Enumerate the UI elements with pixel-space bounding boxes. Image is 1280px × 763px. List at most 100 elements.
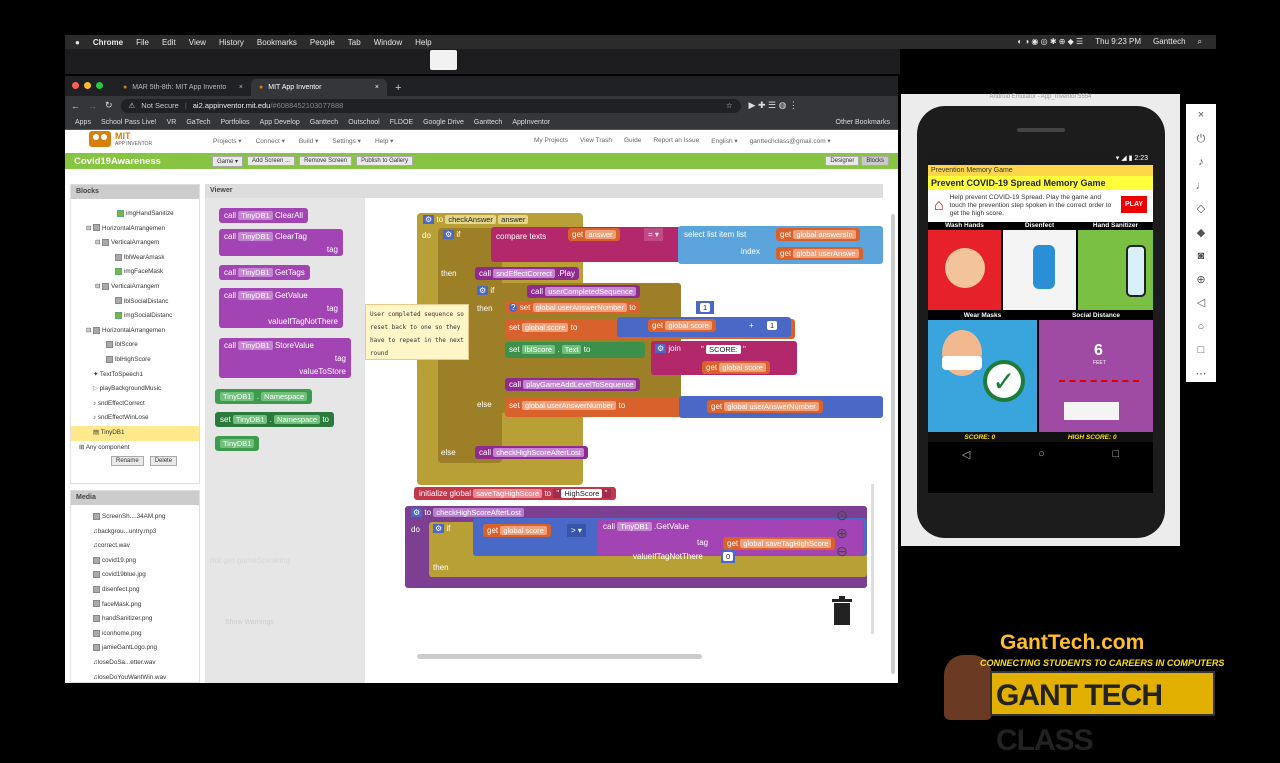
gear-icon[interactable]: ⚙ (477, 286, 489, 295)
call-check-high-block[interactable]: call checkHighScoreAfterLost (475, 446, 588, 459)
zoom-in-icon[interactable]: ⊕ (833, 524, 851, 542)
star-icon[interactable]: ☆ (726, 101, 733, 110)
back-icon[interactable]: ← (71, 101, 80, 111)
bookmark-vr[interactable]: VR (167, 119, 177, 126)
bookmark-fldoe[interactable]: FLDOE (390, 119, 413, 126)
page-scrollbar[interactable] (891, 214, 895, 674)
tree-item[interactable]: lblWearAmask (71, 251, 199, 266)
menu-window[interactable]: Window (374, 38, 402, 47)
settings-menu[interactable]: Settings ▾ (332, 137, 361, 145)
blocks-button[interactable]: Blocks (861, 156, 889, 166)
remove-screen-button[interactable]: Remove Screen (299, 156, 353, 166)
number-one-block[interactable]: 1 (696, 301, 715, 314)
menubar-user[interactable]: Ganttech (1153, 37, 1185, 47)
other-bookmarks[interactable]: Other Bookmarks (836, 119, 898, 126)
wash-hands-image[interactable] (928, 230, 1001, 310)
get-save-tag-block[interactable]: get global saveTagHighScore (723, 537, 836, 550)
initialize-global-block[interactable]: initialize global saveTagHighScore to " … (414, 487, 616, 500)
help-menu[interactable]: Help ▾ (375, 137, 393, 145)
comment-bubble[interactable]: User completed sequence so reset back to… (365, 304, 469, 360)
app-inventor-logo-icon[interactable] (87, 123, 115, 149)
spotlight-icon[interactable]: ⌕ (1198, 37, 1202, 47)
delete-button[interactable]: Delete (149, 456, 178, 466)
tree-item[interactable]: lblScore (71, 338, 199, 353)
bookmark-gatech[interactable]: GaTech (186, 119, 210, 126)
menu-tab[interactable]: Tab (348, 38, 361, 47)
center-icon[interactable]: ⊙ (833, 506, 851, 524)
horizontal-scrollbar[interactable] (417, 654, 702, 659)
status-icons[interactable]: ◐ ◑ ◉ ◎ ✱ ⊕ ◆ ☰ (1017, 37, 1083, 47)
media-file[interactable]: iconhome.png (93, 627, 199, 642)
bookmark-ganttech[interactable]: Ganttech (310, 119, 338, 126)
set-lblscore-text-block[interactable]: set lblScore . Text to (505, 342, 645, 358)
bookmark-google-drive[interactable]: Google Drive (423, 119, 464, 126)
media-file[interactable]: ♫correct.wav (93, 539, 199, 554)
gettags-block[interactable]: call TinyDB1 GetTags (219, 265, 310, 280)
connect-menu[interactable]: Connect ▾ (256, 137, 285, 145)
tree-item[interactable]: imgHandSanitize (71, 207, 199, 222)
get-global-user-block[interactable]: get global userAnswe (776, 247, 863, 260)
menu-view[interactable]: View (189, 38, 206, 47)
new-tab-button[interactable]: + (387, 79, 409, 96)
volume-down-icon[interactable]: ♩ (1186, 175, 1216, 199)
zero-block[interactable]: 0 (721, 550, 736, 563)
social-distance-image[interactable]: 6 FEET (1039, 320, 1153, 432)
disenfect-image[interactable] (1003, 230, 1076, 310)
back-icon[interactable]: ◁ (1186, 292, 1216, 316)
volume-up-icon[interactable]: ♪ (1186, 151, 1216, 175)
menu-file[interactable]: File (136, 38, 149, 47)
tree-item[interactable]: lblSocialDistanc (71, 295, 199, 310)
projects-menu[interactable]: Projects ▾ (213, 137, 242, 145)
number-one-block[interactable]: 1 (767, 319, 778, 332)
media-file[interactable]: ScreenSh....34AM.png (93, 510, 199, 525)
reload-icon[interactable]: ↻ (105, 100, 113, 111)
back-nav-icon[interactable]: ◁ (962, 448, 970, 461)
tinydb-component-block[interactable]: TinyDB1 (215, 436, 260, 451)
rotate-right-icon[interactable]: ◆ (1186, 222, 1216, 246)
menu-bookmarks[interactable]: Bookmarks (257, 38, 297, 47)
wear-masks-image[interactable]: ✓ (928, 320, 1037, 432)
designer-button[interactable]: Designer (825, 156, 860, 166)
account-menu[interactable]: ganttechclass@gmail.com ▾ (750, 137, 831, 145)
media-file[interactable]: covid19.png (93, 554, 199, 569)
tree-item[interactable]: ⊟ HorizontalArrangemen (71, 222, 199, 237)
vertical-scrollbar[interactable] (871, 484, 874, 634)
call-play-game-level-block[interactable]: call playGameAddLevelToSequence (505, 378, 641, 391)
report-issue-link[interactable]: Report an Issue (653, 137, 699, 145)
publish-gallery-button[interactable]: Publish to Gallery (356, 156, 414, 166)
tree-item[interactable]: ⊟ HorizontalArrangemen (71, 324, 199, 339)
equals-dropdown[interactable]: = ▾ (644, 228, 663, 241)
floating-window-thumb[interactable] (430, 50, 457, 70)
recents-nav-icon[interactable]: □ (1112, 448, 1119, 460)
more-icon[interactable]: ⋯ (1186, 363, 1216, 387)
getvalue-block[interactable]: call TinyDB1 GetValue tag valueIfTagNotThe… (219, 288, 343, 328)
hand-sanitizer-image[interactable] (1078, 230, 1153, 310)
phone-screen[interactable]: ▾ ◢ ▮ 2:23 Prevention Memory Game Preven… (928, 153, 1153, 493)
screen-select[interactable]: Game ▾ (212, 155, 244, 167)
gt-dropdown[interactable]: > ▾ (567, 524, 586, 537)
tree-item[interactable]: ⊟ VerticalArrangem (71, 236, 199, 251)
menu-help[interactable]: Help (415, 38, 431, 47)
media-file[interactable]: ♫loseDoYouWantWin.wav (93, 671, 199, 682)
gear-icon[interactable]: ⚙ (655, 344, 667, 353)
overview-icon[interactable]: □ (1186, 339, 1216, 363)
tree-item[interactable]: ⊞ Any component (71, 441, 199, 456)
tab-close-icon[interactable]: × (239, 84, 243, 91)
media-file[interactable]: covid19blue.jpg (93, 568, 199, 583)
camera-icon[interactable]: ◙ (1186, 245, 1216, 269)
zoom-icon[interactable]: ⊕ (1186, 269, 1216, 293)
menu-app-name[interactable]: Chrome (93, 38, 123, 47)
zoom-window-button[interactable] (96, 82, 103, 89)
get-answer-block[interactable]: get answer (568, 228, 620, 241)
home-icon[interactable]: ○ (1186, 316, 1216, 340)
gear-icon[interactable]: ⚙ (423, 215, 435, 224)
tab-app-inventor[interactable]: ● MIT App Inventor × (251, 79, 387, 96)
media-file[interactable]: ♫loseDoSa...etter.wav (93, 656, 199, 671)
call-user-completed-block[interactable]: call userCompletedSequence (527, 285, 640, 298)
score-text-block[interactable]: " SCORE: " (701, 343, 746, 356)
blocks-viewer[interactable]: Viewer call TinyDB1 ClearAll call TinyDB… (205, 184, 883, 683)
menu-history[interactable]: History (219, 38, 244, 47)
show-warnings-button[interactable]: Show Warnings (225, 616, 274, 629)
build-menu[interactable]: Build ▾ (299, 137, 319, 145)
home-icon[interactable]: ⌂ (928, 197, 950, 215)
